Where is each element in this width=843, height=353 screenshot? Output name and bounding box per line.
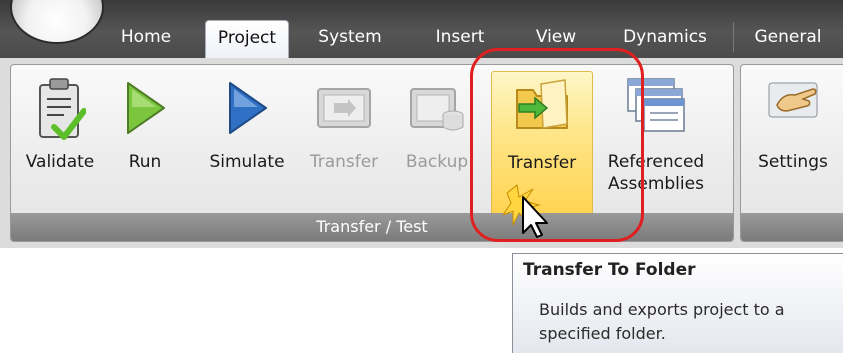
transfer-device-button[interactable]: Transfer — [301, 71, 387, 221]
transfer-device-icon — [314, 75, 374, 140]
backup-icon — [407, 75, 467, 140]
tab-separator — [733, 22, 734, 52]
clipboard-check-icon — [34, 75, 87, 150]
simulate-button[interactable]: Simulate — [201, 71, 293, 221]
tooltip-title: Transfer To Folder — [523, 260, 696, 280]
play-green-icon — [120, 75, 170, 146]
run-label: Run — [128, 152, 162, 172]
play-blue-icon — [222, 75, 272, 146]
tooltip-body: Builds and exports project to a specifie… — [539, 300, 785, 343]
mouse-cursor-icon — [501, 183, 573, 243]
group-label-general — [741, 213, 843, 241]
backup-label: Backup — [405, 152, 469, 172]
tooltip: Transfer To Folder Builds and exports pr… — [512, 253, 843, 353]
run-button[interactable]: Run — [115, 71, 175, 221]
validate-button[interactable]: Validate — [19, 71, 101, 221]
tab-general[interactable]: General — [742, 20, 834, 58]
ribbon-tab-bar: Home Project System Insert View Dynamics… — [0, 0, 843, 59]
transfer-device-label: Transfer — [309, 152, 379, 172]
tab-system[interactable]: System — [312, 20, 388, 58]
ribbon-panel: Validate Run Simulate Transfer Backup Tr… — [0, 58, 843, 248]
tab-project[interactable]: Project — [205, 20, 289, 59]
application-menu-button[interactable] — [10, 0, 104, 44]
simulate-label: Simulate — [209, 152, 285, 172]
backup-button[interactable]: Backup — [395, 71, 479, 221]
settings-label: Settings — [758, 152, 828, 172]
tab-home[interactable]: Home — [112, 20, 180, 58]
validate-label: Validate — [25, 152, 95, 172]
hand-pointer-icon — [763, 75, 823, 130]
ribbon-group-general: Settings — [740, 64, 843, 242]
settings-button[interactable]: Settings — [745, 71, 841, 221]
